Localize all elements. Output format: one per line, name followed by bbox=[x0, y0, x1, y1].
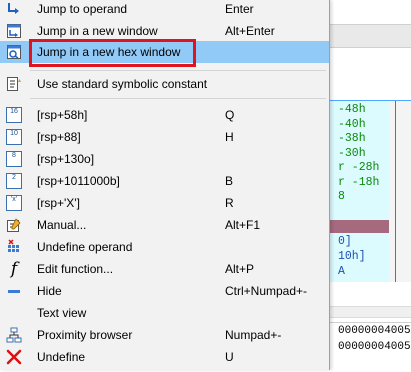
menu-item-binary-operand[interactable]: 2 [rsp+1011000b] B bbox=[0, 170, 329, 192]
menu-item-label: Undefine bbox=[37, 350, 86, 364]
menu-item-label: Manual... bbox=[37, 218, 87, 232]
background-code-view: -48h -40h -38h -30h r -28h r -18h 8 0] 1… bbox=[330, 100, 390, 284]
menu-item-label: Use standard symbolic constant bbox=[37, 77, 208, 91]
menu-item-label: [rsp+58h] bbox=[37, 108, 88, 122]
code-line: -48h bbox=[338, 103, 366, 116]
undefine-operand-icon bbox=[6, 239, 22, 255]
menu-item-label: Hide bbox=[37, 284, 62, 298]
menu-item-label: Undefine operand bbox=[37, 240, 133, 254]
menu-item-shortcut: Q bbox=[225, 108, 235, 122]
menu-item-shortcut: U bbox=[225, 350, 234, 364]
hide-icon bbox=[6, 283, 22, 299]
menu-item-undefine-operand[interactable]: Undefine operand bbox=[0, 236, 329, 258]
background-output-pane: 00000004005DA 00000004005DA bbox=[330, 282, 411, 371]
code-line: r -18h bbox=[338, 176, 380, 189]
horizontal-scrollbar[interactable] bbox=[330, 306, 411, 318]
background-graph-edge bbox=[389, 100, 411, 283]
menu-item-shortcut: Enter bbox=[225, 2, 254, 16]
proximity-icon bbox=[6, 327, 22, 343]
jump-new-window-icon bbox=[6, 23, 22, 39]
menu-item-text-view[interactable]: Text view bbox=[0, 302, 329, 324]
menu-item-shortcut: Ctrl+Numpad+- bbox=[225, 284, 308, 298]
menu-item-label: Text view bbox=[37, 306, 87, 320]
menu-item-char-operand[interactable]: 'x' [rsp+'X'] R bbox=[0, 192, 329, 214]
code-line: 10h] bbox=[338, 250, 366, 263]
menu-item-decimal-operand[interactable]: 10 [rsp+88] H bbox=[0, 126, 329, 148]
text-view-icon bbox=[6, 305, 22, 321]
function-icon: f bbox=[10, 259, 18, 279]
jump-hex-window-icon bbox=[6, 44, 22, 60]
code-line: -40h bbox=[338, 118, 366, 131]
menu-item-use-standard-symbolic-constant[interactable]: Use standard symbolic constant bbox=[0, 73, 329, 95]
code-line: A bbox=[338, 265, 345, 278]
code-line: -38h bbox=[338, 132, 366, 145]
menu-item-shortcut: Alt+Enter bbox=[225, 24, 275, 38]
address-line: 00000004005DA bbox=[338, 341, 411, 353]
code-line: -30h bbox=[338, 147, 366, 160]
menu-item-hex-operand[interactable]: 16 [rsp+58h] Q bbox=[0, 104, 329, 126]
menu-separator bbox=[30, 70, 326, 71]
code-line: 0] bbox=[338, 235, 352, 248]
menu-item-label: [rsp+'X'] bbox=[37, 196, 80, 210]
listing-pane: 00000004005DA 00000004005DA bbox=[330, 322, 411, 371]
background-pane-top bbox=[330, 0, 411, 100]
octal-8-icon: 8 bbox=[6, 151, 22, 167]
menu-item-label: [rsp+88] bbox=[37, 130, 81, 144]
menu-item-shortcut: Alt+F1 bbox=[225, 218, 261, 232]
background-toolbar-band bbox=[330, 24, 411, 48]
menu-item-shortcut: H bbox=[225, 130, 234, 144]
binary-2-icon: 2 bbox=[6, 173, 22, 189]
char-icon: 'x' bbox=[6, 195, 22, 211]
symbolic-constant-icon bbox=[6, 76, 22, 92]
menu-item-shortcut: B bbox=[225, 174, 234, 188]
menu-item-manual[interactable]: Manual... Alt+F1 bbox=[0, 214, 329, 236]
code-line: 8 bbox=[338, 190, 345, 203]
hex-16-icon: 16 bbox=[6, 107, 22, 123]
menu-item-octal-operand[interactable]: 8 [rsp+130o] bbox=[0, 148, 329, 170]
menu-item-label: [rsp+130o] bbox=[37, 152, 95, 166]
jump-operand-icon bbox=[6, 1, 22, 17]
address-line: 00000004005DA bbox=[338, 325, 411, 337]
menu-item-undefine[interactable]: Undefine U bbox=[0, 346, 329, 368]
menu-separator bbox=[30, 98, 326, 99]
undefine-icon bbox=[6, 349, 22, 365]
menu-item-hide[interactable]: Hide Ctrl+Numpad+- bbox=[0, 280, 329, 302]
context-menu: Jump to operand Enter Jump in a new wind… bbox=[0, 0, 330, 370]
menu-item-shortcut: R bbox=[225, 196, 234, 210]
menu-item-edit-function[interactable]: f Edit function... Alt+P bbox=[0, 258, 329, 280]
menu-item-label: Edit function... bbox=[37, 262, 114, 276]
menu-item-label: Proximity browser bbox=[37, 328, 133, 342]
decimal-10-icon: 10 bbox=[6, 129, 22, 145]
annotation-highlight-box bbox=[29, 39, 196, 67]
menu-item-label: [rsp+1011000b] bbox=[37, 174, 120, 188]
highlighted-code-line bbox=[330, 220, 389, 233]
menu-item-shortcut: Alt+P bbox=[225, 262, 255, 276]
menu-item-proximity-browser[interactable]: Proximity browser Numpad+- bbox=[0, 324, 329, 346]
menu-item-shortcut: Numpad+- bbox=[225, 328, 282, 342]
code-line: r -28h bbox=[338, 161, 380, 174]
manual-icon bbox=[6, 217, 22, 233]
menu-item-label: Jump to operand bbox=[37, 2, 128, 16]
menu-item-jump-to-operand[interactable]: Jump to operand Enter bbox=[0, 0, 329, 20]
